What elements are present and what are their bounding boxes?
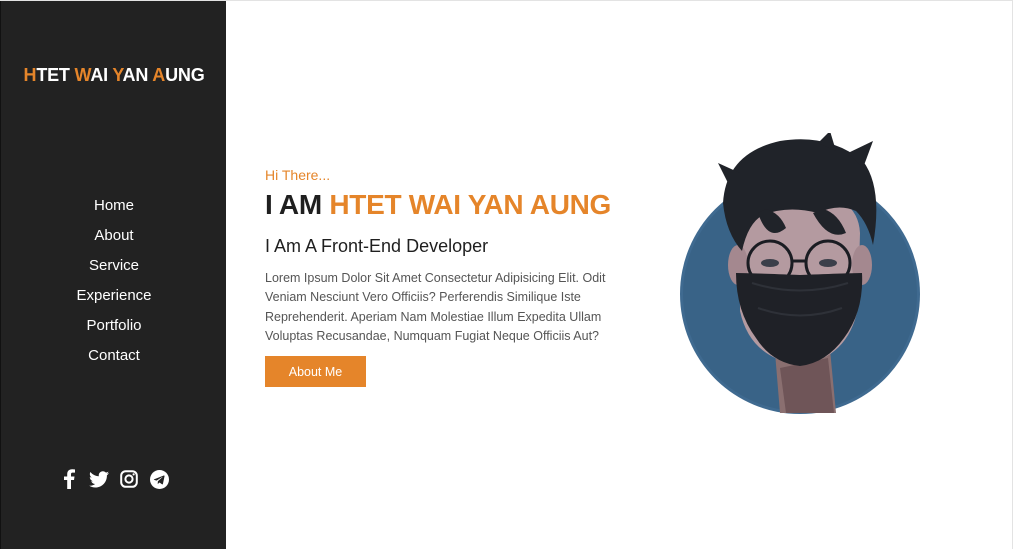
logo-letter: H (23, 65, 37, 85)
facebook-icon[interactable] (59, 468, 80, 490)
hero-headline: I AM HTET WAI YAN AUNG (265, 189, 611, 221)
hero-role: I Am A Front-End Developer (265, 236, 489, 256)
instagram-icon[interactable] (119, 468, 140, 490)
about-me-button[interactable]: About Me (265, 356, 366, 387)
telegram-icon[interactable] (149, 468, 170, 490)
profile-avatar (668, 131, 938, 418)
page: HTET WAI YAN AUNG Home About Service Exp… (0, 0, 1013, 549)
logo-letter: W (74, 65, 91, 85)
logo-text: TET (36, 65, 75, 85)
nav-item-service[interactable]: Service (1, 254, 227, 284)
logo-letter: Y (112, 65, 123, 85)
social-links (1, 468, 227, 490)
nav-item-experience[interactable]: Experience (1, 284, 227, 314)
hero-greeting: Hi There... (265, 167, 331, 183)
nav-item-about[interactable]: About (1, 224, 227, 254)
logo-text: AI (90, 65, 113, 85)
twitter-icon[interactable] (89, 468, 110, 490)
main-nav: Home About Service Experience Portfolio … (1, 194, 227, 374)
headline-prefix: I AM (265, 189, 330, 220)
nav-item-home[interactable]: Home (1, 194, 227, 224)
headline-name: HTET WAI YAN AUNG (329, 189, 612, 220)
nav-item-contact[interactable]: Contact (1, 344, 227, 374)
sidebar: HTET WAI YAN AUNG Home About Service Exp… (0, 1, 226, 549)
hero-description: Lorem Ipsum Dolor Sit Amet Consectetur A… (265, 271, 606, 343)
logo-text: UNG (165, 65, 205, 85)
logo-letter: A (152, 65, 166, 85)
nav-item-portfolio[interactable]: Portfolio (1, 314, 227, 344)
logo-text: AN (122, 65, 153, 85)
site-logo[interactable]: HTET WAI YAN AUNG (1, 65, 227, 86)
